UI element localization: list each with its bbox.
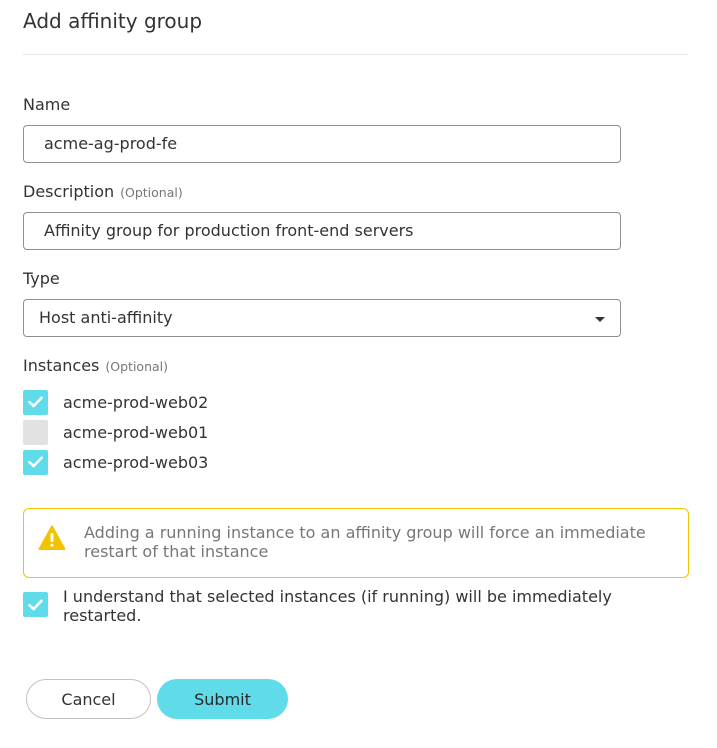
warning-text: Adding a running instance to an affinity… [84, 523, 646, 561]
description-label: Description (Optional) [23, 182, 183, 201]
instance-label: acme-prod-web03 [63, 452, 209, 472]
instances-label-text: Instances [23, 356, 100, 375]
check-icon [28, 599, 43, 610]
type-label-text: Type [23, 269, 60, 288]
description-input[interactable]: Affinity group for production front-end … [23, 212, 621, 250]
name-label: Name [23, 95, 70, 114]
instance-checkbox-row[interactable]: acme-prod-web03 [23, 449, 208, 475]
description-input-value: Affinity group for production front-end … [44, 221, 414, 240]
name-label-text: Name [23, 95, 71, 114]
submit-button[interactable]: Submit [157, 679, 288, 719]
check-icon [28, 396, 43, 408]
restart-warning-alert: Adding a running instance to an affinity… [23, 508, 689, 578]
acknowledge-checkbox[interactable] [23, 592, 48, 617]
instances-optional-hint: (Optional) [105, 359, 168, 374]
check-icon [28, 456, 43, 468]
instance-checkbox-row[interactable]: acme-prod-web01 [23, 419, 208, 445]
description-label-text: Description [23, 182, 115, 201]
acknowledge-text: I understand that selected instances (if… [63, 587, 612, 625]
instance-label: acme-prod-web02 [63, 392, 209, 412]
type-label: Type [23, 269, 60, 288]
warning-triangle-icon [38, 525, 66, 550]
instances-label: Instances (Optional) [23, 356, 168, 375]
name-input[interactable]: acme-ag-prod-fe [23, 125, 621, 163]
cancel-button[interactable]: Cancel [26, 679, 151, 719]
header-divider [23, 54, 688, 55]
description-optional-hint: (Optional) [120, 185, 183, 200]
instance-checkbox[interactable] [23, 419, 48, 445]
type-select[interactable]: Host anti-affinity [23, 299, 621, 337]
dialog-title: Add affinity group [23, 9, 203, 33]
instance-checkbox-row[interactable]: acme-prod-web02 [23, 389, 208, 415]
instance-checkbox[interactable] [23, 449, 48, 475]
caret-down-icon [595, 317, 605, 322]
instance-checkbox[interactable] [23, 389, 48, 415]
instance-label: acme-prod-web01 [63, 422, 209, 442]
name-input-value: acme-ag-prod-fe [44, 134, 178, 153]
type-select-value: Host anti-affinity [39, 308, 173, 327]
